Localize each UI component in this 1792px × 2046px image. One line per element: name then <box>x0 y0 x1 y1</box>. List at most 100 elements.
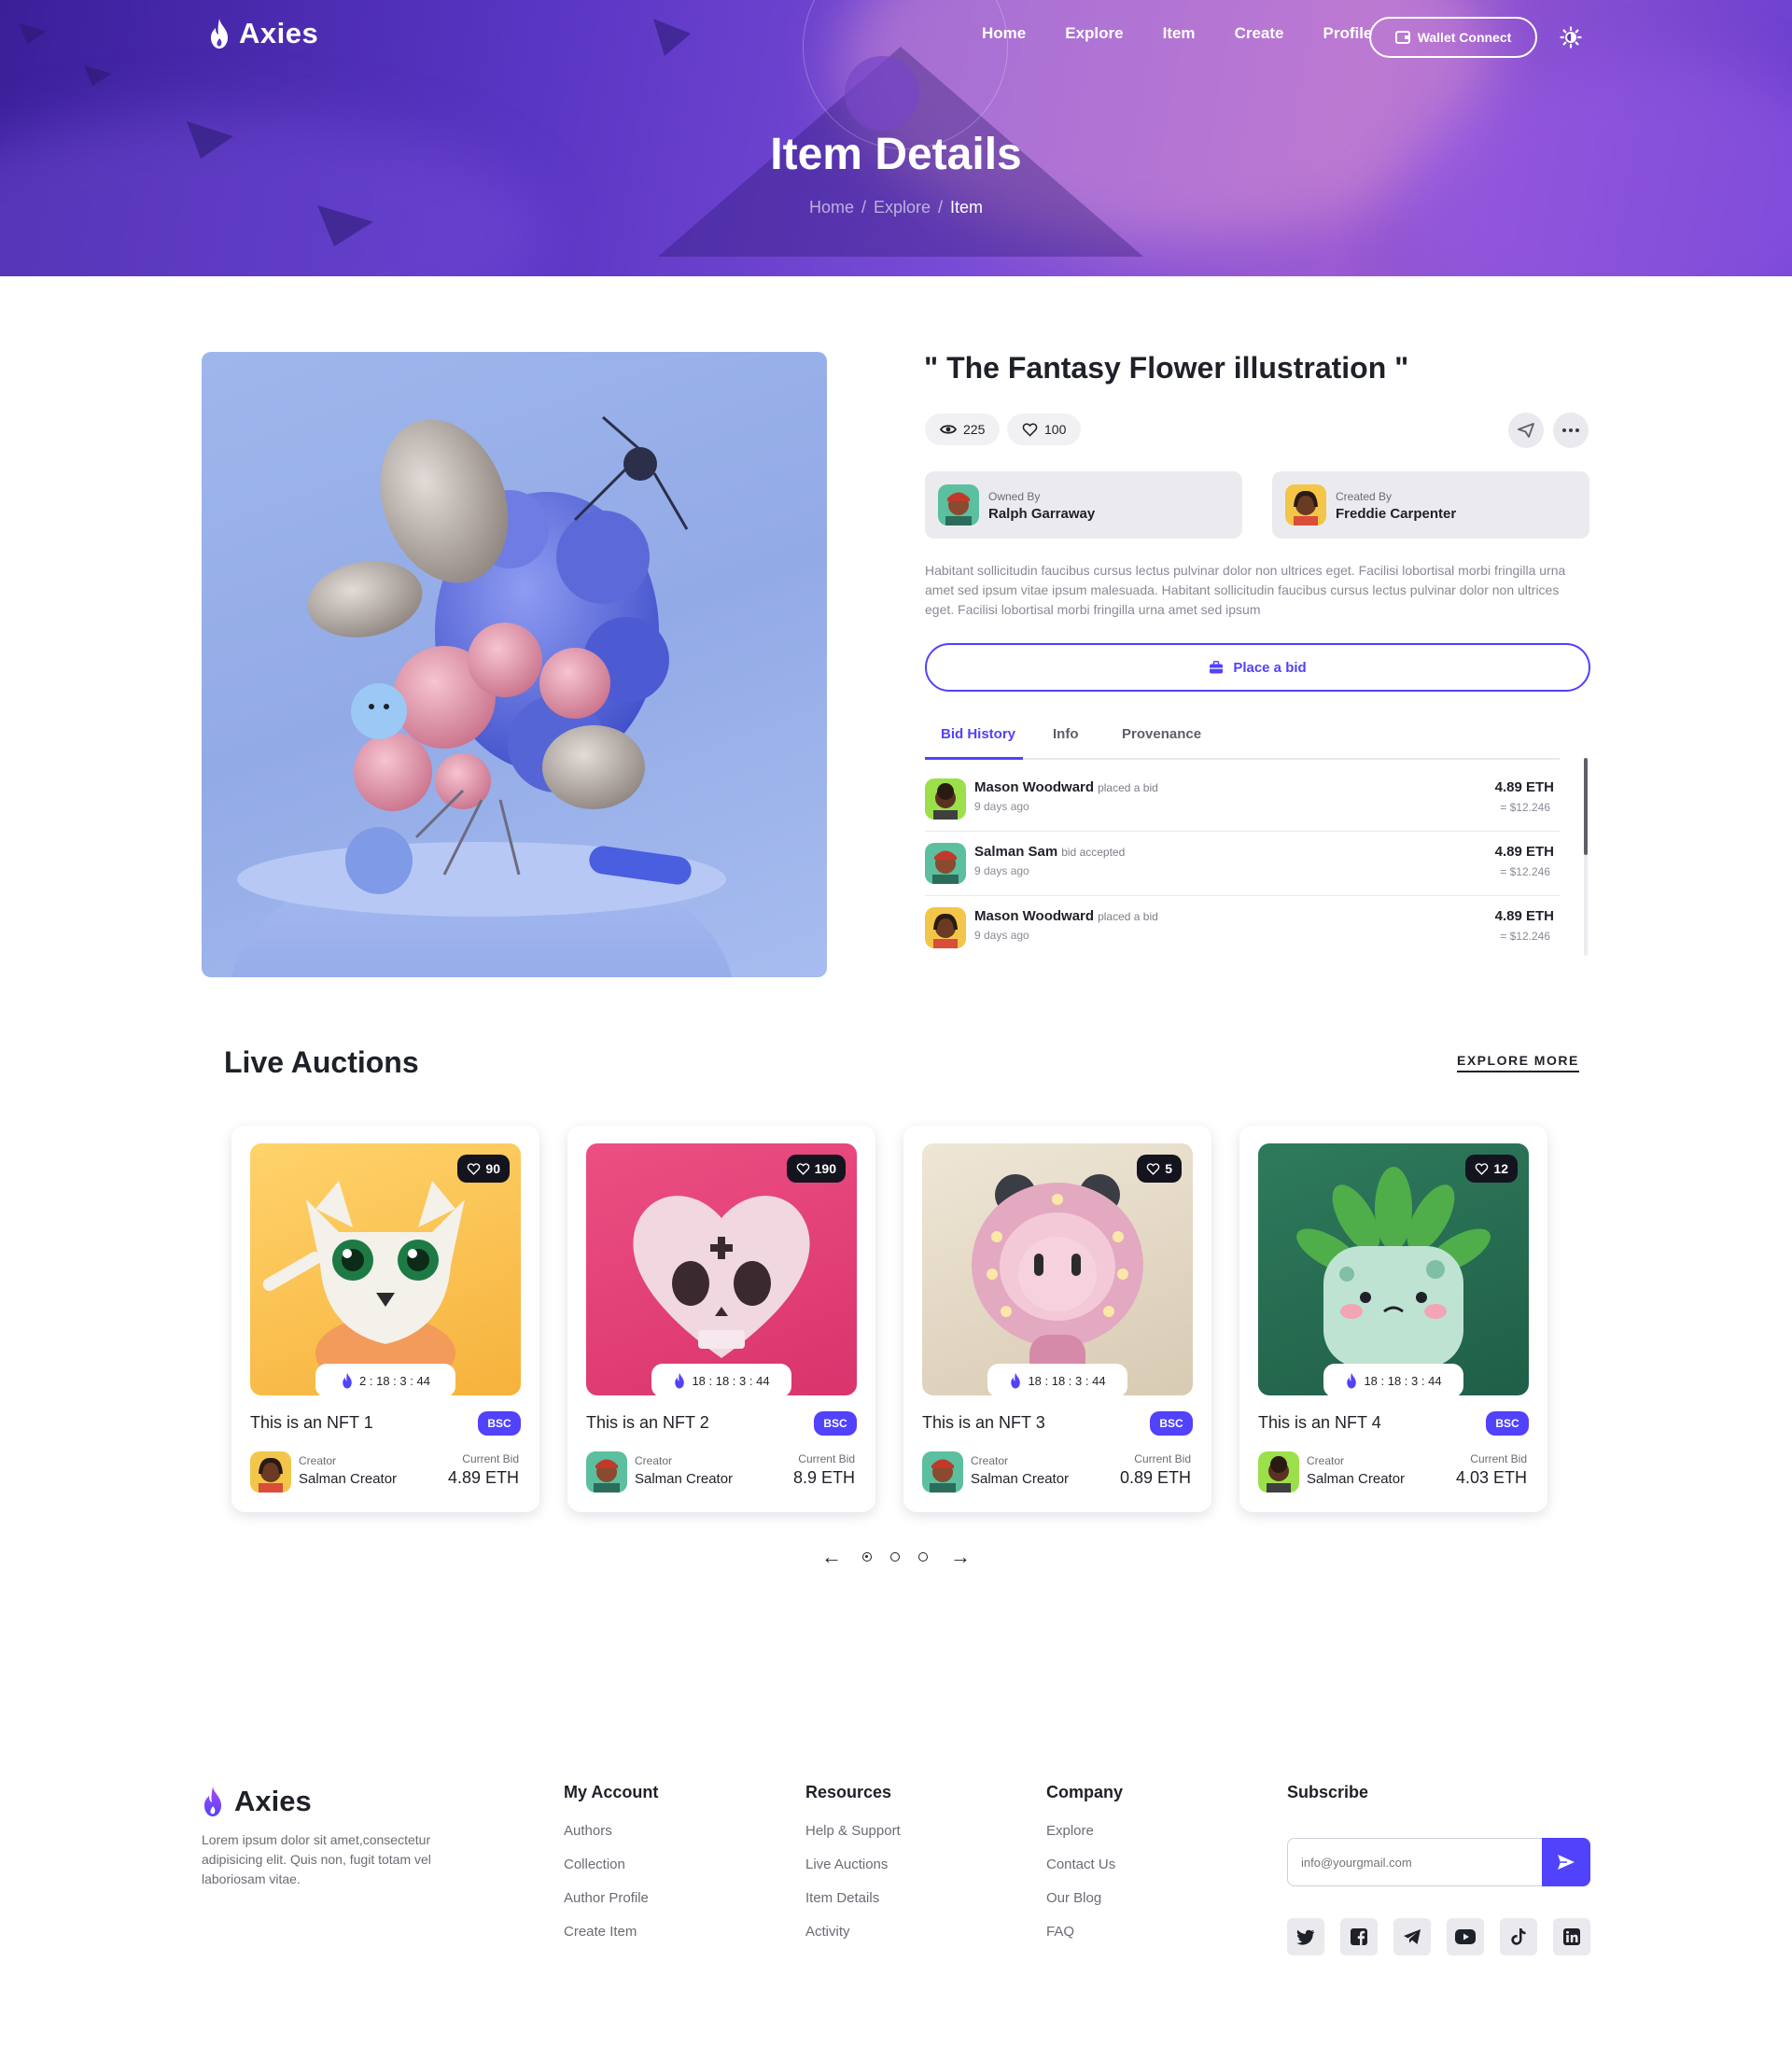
share-button[interactable] <box>1508 413 1544 448</box>
nav-link-explore[interactable]: Explore <box>1065 24 1123 43</box>
breadcrumb: Home / Explore / Item <box>0 198 1792 217</box>
bidder-line: Mason Woodward placed a bid <box>974 908 1158 924</box>
nft-card[interactable]: 190 18 : 18 : 3 : 44 This is an NFT 2 BS… <box>567 1126 875 1512</box>
footer-link-live-auctions[interactable]: Live Auctions <box>805 1857 901 1872</box>
footer-link-help-support[interactable]: Help & Support <box>805 1823 901 1839</box>
tab-provenance[interactable]: Provenance <box>1122 726 1201 742</box>
explore-more-link[interactable]: EXPLORE MORE <box>1457 1053 1579 1072</box>
nav-link-create[interactable]: Create <box>1235 24 1284 43</box>
wallet-connect-label: Wallet Connect <box>1417 30 1512 45</box>
like-badge[interactable]: 12 <box>1465 1155 1518 1183</box>
nft-image[interactable]: 5 18 : 18 : 3 : 44 <box>922 1143 1193 1395</box>
place-bid-button[interactable]: Place a bid <box>925 643 1590 692</box>
nft-title[interactable]: This is an NFT 4 <box>1258 1413 1381 1433</box>
likes-counter[interactable]: 100 <box>1007 413 1082 445</box>
footer-link-faq[interactable]: FAQ <box>1046 1924 1123 1940</box>
breadcrumb-home[interactable]: Home <box>809 198 854 217</box>
theme-toggle-icon[interactable] <box>1560 26 1582 49</box>
twitter-icon[interactable] <box>1287 1918 1324 1955</box>
nft-title[interactable]: This is an NFT 3 <box>922 1413 1045 1433</box>
bid-list-scrollbar-thumb[interactable] <box>1584 758 1588 855</box>
creator-card[interactable]: Created By Freddie Carpenter <box>1272 471 1589 539</box>
bidder-name[interactable]: Mason Woodward <box>974 779 1094 795</box>
pagination-dot[interactable] <box>862 1552 872 1562</box>
creator-label: Creator <box>635 1454 673 1467</box>
nav-link-home[interactable]: Home <box>982 24 1026 43</box>
like-badge[interactable]: 90 <box>457 1155 510 1183</box>
creator-name[interactable]: Salman Creator <box>1307 1471 1405 1487</box>
footer-link-item-details[interactable]: Item Details <box>805 1890 901 1906</box>
creator-name[interactable]: Salman Creator <box>971 1471 1069 1487</box>
tiktok-icon[interactable] <box>1500 1918 1537 1955</box>
arrow-right-icon[interactable]: → <box>950 1546 971 1568</box>
linkedin-icon[interactable] <box>1553 1918 1590 1955</box>
youtube-icon[interactable] <box>1447 1918 1484 1955</box>
subscribe-submit-button[interactable] <box>1542 1838 1590 1886</box>
footer-link-authors[interactable]: Authors <box>564 1823 658 1839</box>
like-badge[interactable]: 5 <box>1137 1155 1182 1183</box>
nft-image[interactable]: 190 18 : 18 : 3 : 44 <box>586 1143 857 1395</box>
footer-link-contact-us[interactable]: Contact Us <box>1046 1857 1123 1872</box>
subscribe-email-input[interactable] <box>1287 1838 1542 1886</box>
nft-image[interactable]: 90 2 : 18 : 3 : 44 <box>250 1143 521 1395</box>
tab-info[interactable]: Info <box>1053 726 1079 742</box>
creator-name[interactable]: Salman Creator <box>299 1471 397 1487</box>
tab-bid-history[interactable]: Bid History <box>941 726 1015 742</box>
flame-icon <box>1347 1372 1357 1389</box>
bid-time: 9 days ago <box>974 929 1029 942</box>
avatar <box>938 484 979 526</box>
footer-link-activity[interactable]: Activity <box>805 1924 901 1940</box>
bidder-name[interactable]: Salman Sam <box>974 844 1057 860</box>
brand-logo[interactable]: Axies <box>207 17 318 50</box>
avatar <box>922 1451 963 1492</box>
current-bid-label: Current Bid <box>798 1452 855 1465</box>
owner-card[interactable]: Owned By Ralph Garraway <box>925 471 1242 539</box>
active-tab-indicator <box>925 757 1023 760</box>
wallet-connect-button[interactable]: Wallet Connect <box>1369 17 1537 58</box>
chain-badge: BSC <box>814 1411 857 1436</box>
breadcrumb-separator: / <box>861 198 866 217</box>
breadcrumb-separator: / <box>938 198 944 217</box>
footer-link-collection[interactable]: Collection <box>564 1857 658 1872</box>
nav-link-item[interactable]: Item <box>1163 24 1196 43</box>
nft-title[interactable]: This is an NFT 2 <box>586 1413 709 1433</box>
pagination-dot[interactable] <box>918 1552 928 1562</box>
pagination-dot[interactable] <box>890 1552 900 1562</box>
countdown-value: 18 : 18 : 3 : 44 <box>1364 1373 1442 1388</box>
nft-card[interactable]: 12 18 : 18 : 3 : 44 This is an NFT 4 BSC… <box>1239 1126 1547 1512</box>
creator-name[interactable]: Salman Creator <box>635 1471 733 1487</box>
bid-eth-amount: 4.89 ETH <box>1494 908 1554 924</box>
nft-card[interactable]: 90 2 : 18 : 3 : 44 This is an NFT 1 BSC … <box>231 1126 539 1512</box>
footer-link-explore[interactable]: Explore <box>1046 1823 1123 1839</box>
owner-name[interactable]: Ralph Garraway <box>988 506 1095 522</box>
bidder-name[interactable]: Mason Woodward <box>974 908 1094 924</box>
current-bid-label: Current Bid <box>1470 1452 1527 1465</box>
nft-image[interactable]: 12 18 : 18 : 3 : 44 <box>1258 1143 1529 1395</box>
main-menu: Home Explore Item Create Profile <box>982 24 1372 43</box>
likes-count: 100 <box>1044 422 1067 437</box>
facebook-icon[interactable] <box>1340 1918 1378 1955</box>
bid-history-row: Mason Woodward placed a bid 9 days ago 4.… <box>925 896 1560 960</box>
nav-link-profile[interactable]: Profile <box>1323 24 1372 43</box>
nft-card[interactable]: 5 18 : 18 : 3 : 44 This is an NFT 3 BSC … <box>903 1126 1211 1512</box>
footer-column-my-account: My Account Authors Collection Author Pro… <box>564 1783 658 1957</box>
bid-time: 9 days ago <box>974 864 1029 877</box>
bid-usd-amount: = $12.246 <box>1500 865 1550 878</box>
nft-title[interactable]: This is an NFT 1 <box>250 1413 373 1433</box>
more-options-button[interactable] <box>1553 413 1589 448</box>
footer-link-create-item[interactable]: Create Item <box>564 1924 658 1940</box>
footer-link-author-profile[interactable]: Author Profile <box>564 1890 658 1906</box>
countdown-value: 2 : 18 : 3 : 44 <box>359 1373 430 1388</box>
footer-logo[interactable]: Axies <box>201 1785 312 1818</box>
carousel-pagination: ← → <box>821 1546 971 1568</box>
creator-name[interactable]: Freddie Carpenter <box>1336 506 1456 522</box>
arrow-left-icon[interactable]: ← <box>821 1546 842 1568</box>
chain-badge: BSC <box>1486 1411 1529 1436</box>
like-badge[interactable]: 190 <box>786 1155 846 1183</box>
current-bid-value: 8.9 ETH <box>792 1468 855 1487</box>
bidder-line: Mason Woodward placed a bid <box>974 779 1158 795</box>
breadcrumb-explore[interactable]: Explore <box>874 198 931 217</box>
footer-link-our-blog[interactable]: Our Blog <box>1046 1890 1123 1906</box>
current-bid-label: Current Bid <box>1134 1452 1191 1465</box>
telegram-icon[interactable] <box>1393 1918 1431 1955</box>
